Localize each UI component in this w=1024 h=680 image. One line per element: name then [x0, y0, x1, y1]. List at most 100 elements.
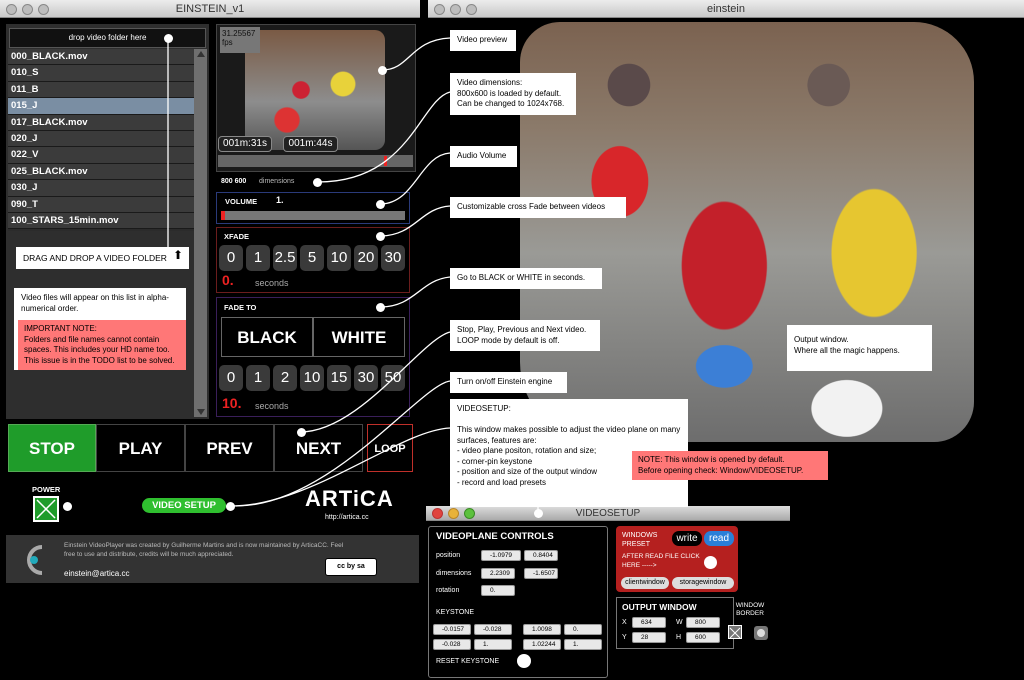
- dimensions-x-field[interactable]: 2.2309: [481, 568, 515, 579]
- cc-license-badge: cc by sa: [325, 558, 377, 576]
- playback-progress[interactable]: [218, 155, 413, 167]
- seconds-option-button[interactable]: 0: [219, 365, 243, 391]
- x-label: X: [622, 619, 627, 626]
- xfade-buttons: 0 1 2.5 5 10 20 30: [219, 245, 409, 271]
- position-x-field[interactable]: -1.0979: [481, 550, 521, 561]
- file-list-item[interactable]: 000_BLACK.mov: [8, 49, 194, 66]
- xfade-seconds-label: seconds: [255, 278, 289, 288]
- scroll-up-icon[interactable]: [197, 51, 205, 57]
- close-icon[interactable]: [434, 4, 445, 15]
- file-list-item[interactable]: 020_J: [8, 130, 194, 148]
- close-icon[interactable]: [6, 4, 17, 15]
- write-button[interactable]: write: [672, 531, 702, 546]
- stop-button[interactable]: STOP: [8, 424, 96, 472]
- keystone-field[interactable]: 1.: [564, 639, 602, 650]
- callout-output-window: Output window. Where all the magic happe…: [787, 325, 932, 371]
- keystone-field[interactable]: 1.0098: [523, 624, 561, 635]
- output-w-field[interactable]: 800: [686, 617, 720, 628]
- zoom-icon[interactable]: [38, 4, 49, 15]
- output-x-field[interactable]: 634: [632, 617, 666, 628]
- seconds-option-button[interactable]: 0: [219, 245, 243, 271]
- file-list-item[interactable]: 017_BLACK.mov: [8, 114, 194, 131]
- output-h-field[interactable]: 600: [686, 632, 720, 643]
- video-file-list[interactable]: 000_BLACK.mov 010_S 011_B 015_J 017_BLACK.mo…: [8, 49, 194, 231]
- play-button[interactable]: PLAY: [96, 424, 185, 472]
- seconds-option-button[interactable]: 15: [327, 365, 351, 391]
- zoom-icon[interactable]: [466, 4, 477, 15]
- footer-email[interactable]: einstein@artica.cc: [64, 569, 129, 578]
- keystone-field[interactable]: 1.02244: [523, 639, 561, 650]
- clientwindow-button[interactable]: clientwindow: [621, 577, 669, 589]
- callout-audio-volume: Audio Volume: [450, 146, 517, 167]
- seconds-option-button[interactable]: 50: [381, 365, 405, 391]
- read-button[interactable]: read: [704, 531, 734, 546]
- drop-folder-zone[interactable]: drop video folder here: [9, 28, 206, 48]
- fade-buttons: 0 1 2 10 15 30 50: [219, 365, 409, 391]
- seconds-option-button[interactable]: 20: [354, 245, 378, 271]
- output-y-field[interactable]: 28: [632, 632, 666, 643]
- video-setup-button[interactable]: VIDEO SETUP: [142, 498, 226, 513]
- seconds-option-button[interactable]: 10: [300, 365, 324, 391]
- window-border-option[interactable]: [754, 626, 768, 640]
- storagewindow-button[interactable]: storagewindow: [672, 577, 734, 589]
- next-button[interactable]: NEXT: [274, 424, 363, 472]
- seconds-option-button[interactable]: 1: [246, 245, 270, 271]
- seconds-option-button[interactable]: 5: [300, 245, 324, 271]
- keystone-field[interactable]: -0.028: [433, 639, 471, 650]
- callout-video-preview: Video preview: [450, 30, 516, 51]
- window-title: EINSTEIN_v1: [175, 3, 245, 15]
- y-label: Y: [622, 634, 627, 641]
- progress-marker[interactable]: [384, 156, 387, 166]
- loop-button[interactable]: LOOP: [367, 424, 413, 472]
- dimensions-y-field[interactable]: -1.6507: [524, 568, 558, 579]
- volume-slider[interactable]: [221, 211, 405, 220]
- file-list-item[interactable]: 090_T: [8, 196, 194, 213]
- w-label: W: [676, 619, 683, 626]
- videosetup-titlebar[interactable]: VIDEOSETUP: [426, 506, 790, 521]
- x-mark-icon: [36, 499, 56, 519]
- after-read-button[interactable]: [704, 556, 717, 569]
- position-y-field[interactable]: 0.8404: [524, 550, 558, 561]
- keystone-field[interactable]: -0.0157: [433, 624, 471, 635]
- fade-white-button[interactable]: WHITE: [313, 317, 405, 357]
- file-list-item[interactable]: 011_B: [8, 81, 194, 99]
- zoom-icon[interactable]: [464, 508, 475, 519]
- keystone-field[interactable]: 0.: [564, 624, 602, 635]
- prev-button[interactable]: PREV: [185, 424, 274, 472]
- close-icon[interactable]: [432, 508, 443, 519]
- volume-value: 1.: [276, 195, 284, 205]
- important-note: IMPORTANT NOTE: Folders and file names c…: [18, 320, 186, 370]
- minimize-icon[interactable]: [22, 4, 33, 15]
- minimize-icon[interactable]: [448, 508, 459, 519]
- time-current: 001m:31s: [218, 136, 272, 152]
- file-list-item[interactable]: 030_J: [8, 180, 194, 197]
- connector-dot: [376, 303, 385, 312]
- seconds-option-button[interactable]: 30: [381, 245, 405, 271]
- keystone-field[interactable]: -0.028: [474, 624, 512, 635]
- seconds-option-button[interactable]: 2.5: [273, 245, 297, 271]
- output-titlebar[interactable]: einstein: [428, 0, 1024, 18]
- scroll-down-icon[interactable]: [197, 409, 205, 415]
- file-list-item[interactable]: 015_J: [8, 98, 194, 115]
- seconds-option-button[interactable]: 30: [354, 365, 378, 391]
- power-toggle[interactable]: [33, 496, 59, 522]
- reset-keystone-button[interactable]: [517, 654, 531, 668]
- output-video-plane: [520, 22, 974, 442]
- seconds-option-button[interactable]: 10: [327, 245, 351, 271]
- rotation-field[interactable]: 0.: [481, 585, 515, 596]
- main-titlebar[interactable]: EINSTEIN_v1: [0, 0, 420, 18]
- file-list-item[interactable]: 010_S: [8, 65, 194, 82]
- connector-dot: [378, 66, 387, 75]
- keystone-field[interactable]: 1.: [474, 639, 512, 650]
- seconds-option-button[interactable]: 1: [246, 365, 270, 391]
- artica-url[interactable]: http://artica.cc: [325, 514, 369, 521]
- time-total: 001m:44s: [283, 136, 338, 152]
- file-list-item[interactable]: 100_STARS_15min.mov: [8, 212, 194, 230]
- file-list-scrollbar[interactable]: [194, 49, 207, 417]
- seconds-option-button[interactable]: 2: [273, 365, 297, 391]
- minimize-icon[interactable]: [450, 4, 461, 15]
- fade-black-button[interactable]: BLACK: [221, 317, 313, 357]
- file-list-item[interactable]: 022_V: [8, 147, 194, 164]
- window-border-toggle[interactable]: [728, 625, 742, 639]
- file-list-item[interactable]: 025_BLACK.mov: [8, 163, 194, 181]
